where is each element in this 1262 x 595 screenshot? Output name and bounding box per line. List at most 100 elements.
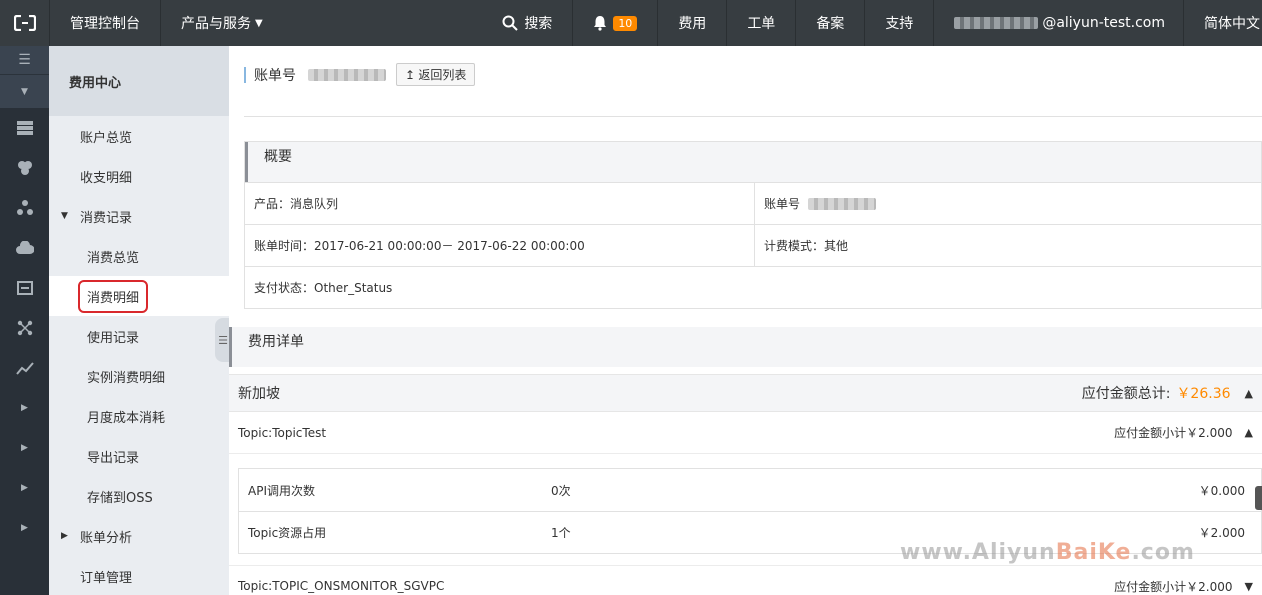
bill-number-redacted <box>308 68 386 81</box>
trend-icon-svg <box>15 362 34 375</box>
collapse-lines-icon: ☰ <box>218 333 228 347</box>
topic-subtotal: 应付金额小计￥2.000 <box>1114 426 1233 440</box>
cloud-upload-icon[interactable] <box>0 228 49 268</box>
sidebar-group-bill-analysis[interactable]: ▶ 账单分析 <box>49 516 229 556</box>
expand-arrow-icon[interactable]: ▶ <box>0 508 49 548</box>
expand-arrow-icon[interactable]: ▶ <box>0 428 49 468</box>
header-divider <box>244 116 1262 117</box>
back-to-list-button[interactable]: ↥ 返回列表 <box>396 63 476 86</box>
server-icon[interactable] <box>0 108 49 148</box>
region-name: 新加坡 <box>238 386 280 402</box>
topic-row[interactable]: Topic:TopicTest 应付金额小计￥2.000 ▲ <box>229 412 1262 454</box>
icon-rail: ☰ ▼ ▶ ▶ ▶ ▶ <box>0 46 49 595</box>
sidebar-item-label: 收支明细 <box>80 170 133 186</box>
sidebar-item-label: 月度成本消耗 <box>87 410 166 426</box>
topic-subtotal: 应付金额小计￥2.000 <box>1114 579 1233 594</box>
watermark-logo: www.AliyunBaiKe.com <box>900 540 1195 565</box>
sidebar-item-monthly-cost[interactable]: 月度成本消耗 <box>49 396 229 436</box>
item-name: Topic资源占用 <box>248 526 327 540</box>
sidebar-item-save-to-oss[interactable]: 存储到OSS <box>49 476 229 516</box>
caret-down-icon: ▼ <box>61 211 68 221</box>
bill-header: 账单号 ↥ 返回列表 <box>244 63 476 86</box>
graph-icon[interactable] <box>0 308 49 348</box>
overview-pay-status: 支付状态：Other_Status <box>254 281 393 295</box>
sidebar-group-consumption[interactable]: ▼ 消费记录 <box>49 196 229 236</box>
menu-toggle-icon[interactable]: ☰ <box>0 46 49 74</box>
sidebar-item-export-records[interactable]: 导出记录 <box>49 436 229 476</box>
sidebar-item-order-management[interactable]: 订单管理 <box>49 556 229 595</box>
cloud-icon-svg <box>15 241 34 254</box>
ticket-link[interactable]: 工单 <box>726 0 795 46</box>
rail-dropdown-icon[interactable]: ▼ <box>0 74 49 108</box>
overview-row: 产品：消息队列 账单号 <box>245 182 1261 224</box>
trend-icon[interactable] <box>0 348 49 388</box>
sidebar-item-usage-records[interactable]: 使用记录 <box>49 316 229 356</box>
main-content: 账单号 ↥ 返回列表 概要 产品：消息队列 账单号 账单时间：2017-06-2… <box>229 46 1262 595</box>
item-quantity: 1个 <box>551 526 571 540</box>
sidebar-item-account-overview[interactable]: 账户总览 <box>49 116 229 156</box>
chevron-up-icon[interactable]: ▲ <box>1245 387 1253 400</box>
overview-billing-mode: 计费模式：其他 <box>754 225 1262 266</box>
region-total-label: 应付金额总计: <box>1081 386 1171 402</box>
chevron-down-icon: ▼ <box>255 17 263 29</box>
expand-arrow-icon[interactable]: ▶ <box>0 388 49 428</box>
network-icon[interactable] <box>0 188 49 228</box>
graph-icon-svg <box>17 320 32 336</box>
item-amount: ￥0.000 <box>1198 483 1245 498</box>
region-row[interactable]: 新加坡 应付金额总计: ￥26.36 ▲ <box>229 374 1262 412</box>
cluster-icon[interactable] <box>0 148 49 188</box>
overview-bill-number: 账单号 <box>754 183 1262 224</box>
chevron-down-icon[interactable]: ▼ <box>1245 580 1253 593</box>
fee-link[interactable]: 费用 <box>657 0 726 46</box>
aliyun-logo[interactable] <box>0 0 49 46</box>
overview-product: 产品：消息队列 <box>254 197 339 211</box>
upload-arrow-icon: ↥ <box>405 68 416 82</box>
cluster-icon-svg <box>17 161 32 175</box>
topic-name: Topic:TOPIC_ONSMONITOR_SGVPC <box>238 579 445 593</box>
server-icon-svg <box>16 121 33 135</box>
sidebar-title: 费用中心 <box>49 46 229 116</box>
sidebar-item-label: 实例消费明细 <box>87 370 166 386</box>
overview-row: 账单时间：2017-06-21 00:00:00－ 2017-06-22 00:… <box>245 224 1261 266</box>
table-row: API调用次数 0次 ￥0.000 <box>239 469 1261 511</box>
notifications-button[interactable]: 10 <box>572 0 657 46</box>
sidebar-item-label: 存储到OSS <box>87 490 153 506</box>
right-edge-tab[interactable] <box>1255 486 1262 510</box>
chevron-up-icon[interactable]: ▲ <box>1245 426 1253 439</box>
language-switch[interactable]: 简体中文 <box>1183 0 1262 46</box>
search-button[interactable]: 搜索 <box>482 0 572 46</box>
overview-bill-number-label: 账单号 <box>764 197 801 211</box>
overview-panel: 概要 产品：消息队列 账单号 账单时间：2017-06-21 00:00:00－… <box>244 141 1262 309</box>
sidebar-item-label: 消费记录 <box>80 210 133 226</box>
support-link[interactable]: 支持 <box>864 0 933 46</box>
header-accent-bar <box>244 66 246 83</box>
sidebar-item-consumption-overview[interactable]: 消费总览 <box>49 236 229 276</box>
filing-link[interactable]: 备案 <box>795 0 864 46</box>
sidebar-item-instance-detail[interactable]: 实例消费明细 <box>49 356 229 396</box>
sidebar-item-income-expense[interactable]: 收支明细 <box>49 156 229 196</box>
sidebar-item-label: 使用记录 <box>87 330 140 346</box>
account-suffix: @aliyun-test.com <box>1042 15 1165 31</box>
products-menu[interactable]: 产品与服务 ▼ <box>160 0 283 46</box>
overview-title: 概要 <box>245 142 1261 182</box>
bell-icon <box>594 16 607 31</box>
sidebar: 费用中心 账户总览 收支明细 ▼ 消费记录 消费总览 消费明细 使用记录 实例消费… <box>49 46 229 595</box>
console-link[interactable]: 管理控制台 <box>49 0 160 46</box>
list-panel-icon[interactable] <box>0 268 49 308</box>
expand-arrow-icon[interactable]: ▶ <box>0 468 49 508</box>
topic-row[interactable]: Topic:TOPIC_ONSMONITOR_SGVPC 应付金额小计￥2.00… <box>229 565 1262 595</box>
sidebar-item-label: 导出记录 <box>87 450 140 466</box>
sidebar-item-consumption-detail[interactable]: 消费明细 <box>49 276 229 316</box>
products-label: 产品与服务 <box>181 16 251 32</box>
sidebar-item-label: 账单分析 <box>80 530 133 546</box>
network-icon-svg <box>16 200 33 215</box>
topic-name: Topic:TopicTest <box>238 425 327 440</box>
overview-bill-number-redacted <box>808 197 877 210</box>
bill-number-label: 账单号 <box>254 67 296 84</box>
region-total-value: ￥26.36 <box>1176 386 1231 402</box>
account-name-redacted <box>954 17 1039 29</box>
item-amount: ￥2.000 <box>1198 526 1245 540</box>
account-menu[interactable]: @aliyun-test.com <box>933 0 1183 46</box>
list-panel-icon-svg <box>16 281 33 295</box>
back-to-list-label: 返回列表 <box>418 68 467 82</box>
